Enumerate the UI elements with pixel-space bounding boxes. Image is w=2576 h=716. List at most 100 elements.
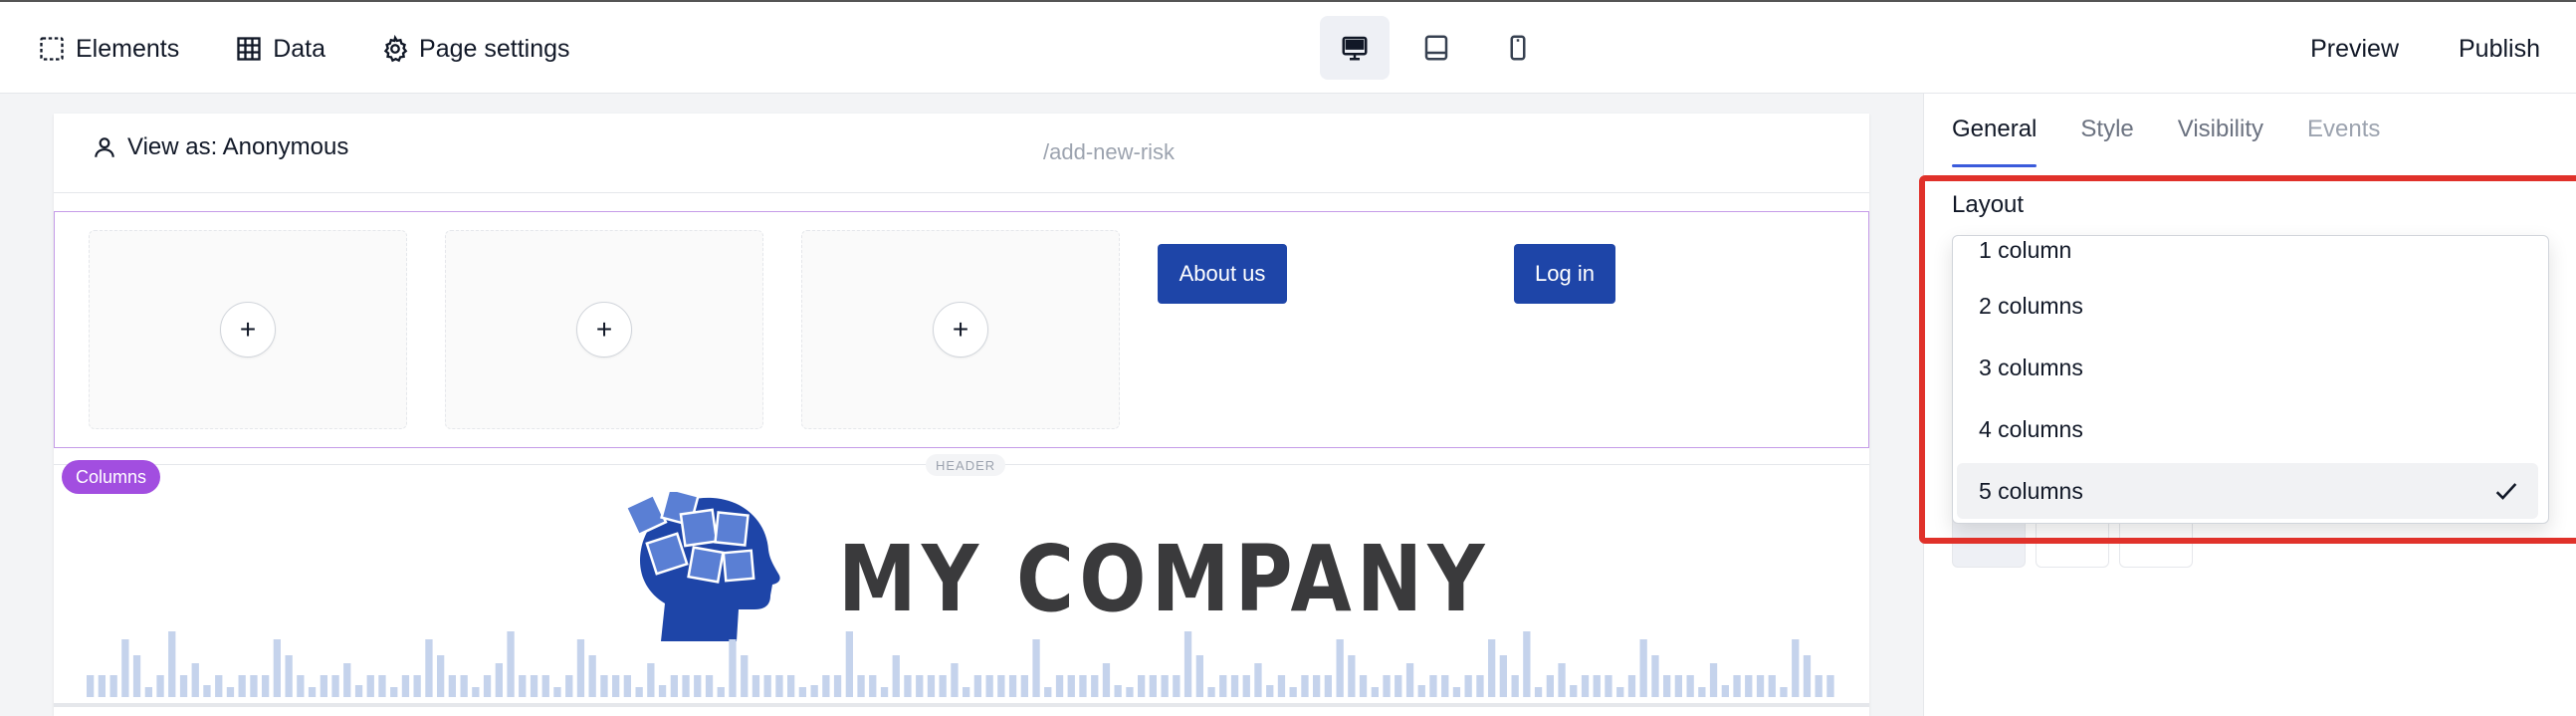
wave-bar (530, 675, 538, 697)
wave-bar (810, 685, 818, 697)
option-label: 2 columns (1979, 292, 2083, 319)
wave-bar (763, 675, 771, 697)
layout-option-4-columns[interactable]: 4 columns (1957, 401, 2538, 457)
wave-bar (565, 675, 573, 697)
log-in-button[interactable]: Log in (1514, 244, 1615, 304)
wave-bar (413, 675, 421, 697)
column-slot[interactable]: + (801, 230, 1120, 429)
elements-label: Elements (76, 34, 180, 63)
add-element-button[interactable]: + (220, 302, 276, 358)
wave-bar (635, 687, 643, 697)
layout-option-5-columns[interactable]: 5 columns (1957, 463, 2538, 519)
wave-bar (880, 687, 889, 697)
wave-bar (904, 675, 912, 697)
elements-button[interactable]: Elements (38, 26, 179, 72)
tab-general[interactable]: General (1952, 116, 2038, 167)
view-as-selector[interactable]: View as: Anonymous (92, 133, 348, 161)
preview-header-bar: View as: Anonymous /add-new-risk (54, 114, 1869, 193)
wave-bar (916, 675, 924, 697)
wave-bar (425, 639, 433, 697)
wave-bar (869, 675, 877, 697)
wave-bar (541, 675, 549, 697)
wave-bar (1499, 655, 1507, 697)
wave-bar (1651, 655, 1659, 697)
toolbar-right-group: Preview Publish (2310, 26, 2576, 72)
publish-button[interactable]: Publish (2459, 35, 2540, 64)
wave-bar (1149, 675, 1157, 697)
page-settings-button[interactable]: Page settings (381, 26, 570, 72)
wave-bar (705, 675, 714, 697)
tablet-icon (1424, 35, 1448, 61)
option-label: 3 columns (1979, 354, 2083, 380)
wave-bar (1114, 685, 1122, 697)
table-icon (237, 37, 261, 61)
page-bottom-divider (54, 703, 1869, 707)
wave-bar (1242, 675, 1250, 697)
wave-bar (1020, 675, 1028, 697)
wave-bar (390, 687, 398, 697)
tab-style[interactable]: Style (2080, 116, 2133, 165)
data-button[interactable]: Data (235, 26, 325, 72)
wave-bar (378, 675, 386, 697)
layout-option-1-column[interactable]: 1 column (1957, 236, 2538, 278)
column-slot[interactable]: + (89, 230, 407, 429)
panel-tabs: General Style Visibility Events (1952, 116, 2424, 167)
wave-bar (87, 675, 95, 697)
elements-icon (40, 37, 64, 61)
tablet-view-button[interactable] (1401, 16, 1471, 80)
wave-bar (623, 675, 631, 697)
preview-button[interactable]: Preview (2310, 35, 2399, 64)
option-label: 1 column (1979, 236, 2072, 263)
top-toolbar: Elements Data Page settings Preview Publ… (0, 0, 2576, 94)
wave-bar (1815, 675, 1823, 697)
tab-visibility[interactable]: Visibility (2178, 116, 2263, 165)
wave-bar (1570, 685, 1578, 697)
wave-bar (670, 675, 678, 697)
wave-bar (1359, 675, 1368, 697)
wave-bar (1686, 675, 1694, 697)
wave-bar (1534, 687, 1543, 697)
about-us-button[interactable]: About us (1158, 244, 1287, 304)
layout-label: Layout (1952, 191, 2025, 218)
columns-tag[interactable]: Columns (62, 460, 161, 494)
wave-bar (729, 639, 737, 697)
wave-bar (1313, 675, 1321, 697)
page-settings-label: Page settings (419, 34, 570, 63)
wave-bar (845, 631, 853, 697)
wave-bar (1289, 687, 1297, 697)
wave-bar (1441, 675, 1449, 697)
wave-bar (1371, 687, 1379, 697)
wave-bar (519, 675, 527, 697)
wave-bar (1581, 675, 1590, 697)
column-slot[interactable]: + (445, 230, 763, 429)
device-switcher (1320, 16, 1565, 80)
mobile-view-button[interactable] (1483, 16, 1553, 80)
wave-bar (1756, 675, 1765, 697)
wave-bar (588, 655, 596, 697)
wave-bar (215, 675, 223, 697)
wave-bar (553, 687, 561, 697)
wave-bar (658, 685, 667, 697)
wave-bar (1826, 675, 1834, 697)
wave-bar (460, 675, 468, 697)
check-icon (2495, 483, 2517, 500)
wave-bar (1452, 687, 1461, 697)
add-element-button[interactable]: + (576, 302, 632, 358)
columns-block[interactable]: + + + About us Log in (54, 211, 1869, 448)
layout-dropdown[interactable]: 1 column 2 columns 3 columns 4 columns 5… (1952, 235, 2549, 524)
header-section-tag: HEADER (926, 454, 1006, 476)
tab-events[interactable]: Events (2307, 116, 2380, 165)
add-element-button[interactable]: + (933, 302, 988, 358)
wave-bar (600, 675, 608, 697)
layout-option-3-columns[interactable]: 3 columns (1957, 340, 2538, 395)
wave-bar (576, 639, 585, 697)
wave-bar (1230, 675, 1239, 697)
wave-bar (144, 687, 152, 697)
wave-bar (1091, 675, 1099, 697)
wave-bar (1639, 639, 1647, 697)
layout-option-2-columns[interactable]: 2 columns (1957, 278, 2538, 334)
wave-bar (273, 639, 281, 697)
desktop-view-button[interactable] (1320, 16, 1390, 80)
wave-bar (717, 687, 725, 697)
wave-bar (1102, 663, 1111, 697)
